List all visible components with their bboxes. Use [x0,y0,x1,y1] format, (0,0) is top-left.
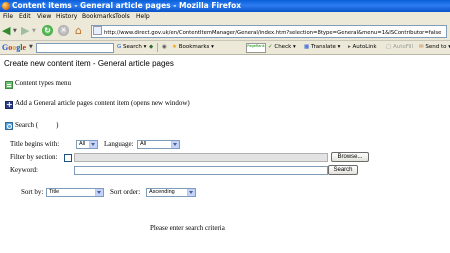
filter-section-checkbox[interactable] [64,154,72,162]
sort-order-label: Sort order: [110,188,141,196]
address-bar[interactable]: http://www.direct.gov.uk/en/ContentItemM… [91,25,447,38]
translate-icon: ▦ [304,44,310,50]
page-title: Create new content item - General articl… [4,59,174,68]
sort-order-value: Ascending [149,189,175,195]
send-to-button[interactable]: ✉ Send to ▾ [419,41,450,54]
keyword-label: Keyword: [10,166,38,174]
search-button[interactable]: Search [328,165,358,175]
page-favicon-icon [93,26,102,35]
menu-history[interactable]: History [56,12,77,22]
check-icon: ✓ [268,44,273,50]
autofill-icon: ▢ [386,44,392,50]
menu-bookmarks[interactable]: Bookmarks [82,12,116,22]
translate-button[interactable]: ▦ Translate ▾ [304,41,340,54]
star-icon: ★ [172,44,177,50]
menu-file[interactable]: File [3,12,13,22]
search-heading[interactable]: Search () [15,121,58,129]
google-options-dropdown-icon[interactable]: ▼ [29,41,33,54]
language-label: Language: [104,140,134,148]
google-search-options-icon[interactable]: ◆ [149,41,153,54]
menu-view[interactable]: View [37,12,51,22]
language-select[interactable]: All [137,140,180,149]
chevron-down-icon [171,141,179,148]
content-types-menu-icon[interactable] [5,81,13,89]
home-icon[interactable]: ⌂ [75,24,82,37]
menu-bar: File Edit View History Bookmarks Tools H… [0,12,450,22]
pagerank-indicator[interactable]: PageRank [246,43,266,53]
address-bar-url: http://www.direct.gov.uk/en/ContentItemM… [104,30,442,36]
title-begins-select[interactable]: All [76,140,98,149]
browse-button[interactable]: Browse... [331,152,369,162]
back-arrow-icon[interactable]: ◀ [2,25,12,36]
forward-arrow-icon[interactable]: ▶ [21,25,29,36]
menu-help[interactable]: Help [136,12,150,22]
back-history-dropdown-icon[interactable]: ▼ [13,28,17,34]
chevron-down-icon [187,189,195,196]
section-path-field [74,153,328,162]
language-value: All [140,141,147,147]
spell-check-button[interactable]: ✓ Check ▾ [268,41,296,54]
search-status-message: Please enter search criteria [150,224,225,232]
add-item-icon[interactable] [5,100,13,110]
autofill-button[interactable]: ▢ AutoFill [386,41,413,54]
google-logo[interactable]: Google [2,41,26,54]
sort-by-select[interactable]: Title [46,188,104,197]
autolink-button[interactable]: ▸ AutoLink [348,41,377,54]
add-content-item-link[interactable]: Add a General article pages content item… [15,99,190,107]
menu-tools[interactable]: Tools [115,12,130,22]
firefox-icon [2,2,10,10]
title-begins-value: All [79,141,86,147]
forward-history-dropdown-icon[interactable]: ▼ [32,28,36,34]
google-toolbar: Google ▼ G Search ▾ ◆ ◉ ★ Bookmarks ▾ Pa… [0,41,450,55]
chevron-down-icon [95,189,103,196]
title-begins-label: Title begins with: [10,140,60,148]
sort-by-value: Title [49,189,60,195]
keyword-input[interactable] [74,166,328,175]
search-toggle-icon[interactable] [5,122,13,130]
send-to-icon: ✉ [419,44,424,50]
autolink-icon: ▸ [348,44,351,50]
stop-icon[interactable]: ✕ [58,25,69,36]
google-search-input[interactable] [36,43,114,53]
toolbar-separator [157,43,158,52]
sort-order-select[interactable]: Ascending [146,188,196,197]
content-types-menu-link[interactable]: Content types menu [15,79,71,87]
page-content: Create new content item - General articl… [0,55,450,253]
window-titlebar: Content items - General article pages - … [0,0,450,12]
sort-by-label: Sort by: [21,188,44,196]
window-title: Content items - General article pages - … [12,1,242,10]
navigation-toolbar: ◀ ▼ ▶ ▼ ↻ ✕ ⌂ http://www.direct.gov.uk/e… [0,22,450,41]
google-bookmarks-button[interactable]: ★ Bookmarks ▾ [172,41,214,54]
google-search-button[interactable]: G Search ▾ [117,41,146,54]
filter-section-label: Filter by section: [10,153,58,161]
highlight-icon[interactable]: ◉ [162,41,167,54]
menu-edit[interactable]: Edit [19,12,31,22]
reload-icon[interactable]: ↻ [42,25,53,36]
chevron-down-icon [89,141,97,148]
google-g-icon: G [117,44,122,50]
